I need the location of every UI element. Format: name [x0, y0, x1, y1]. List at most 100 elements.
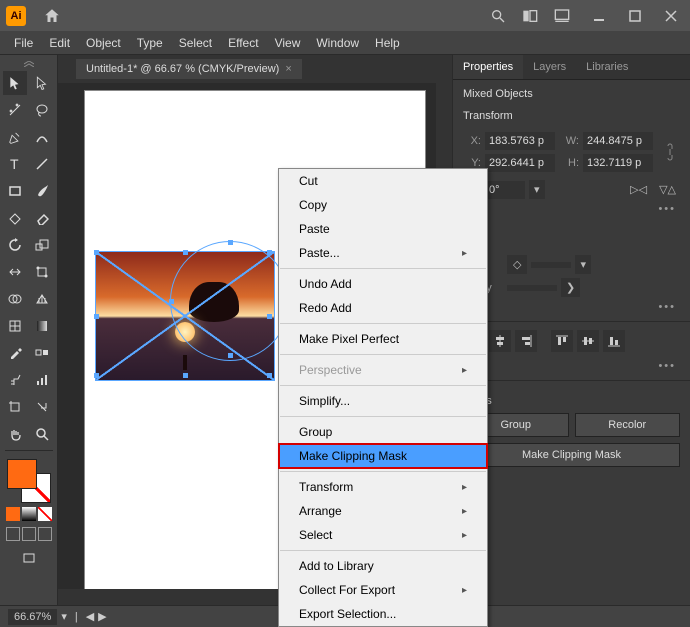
menu-effect[interactable]: Effect	[220, 33, 266, 53]
zoom-dropdown-icon[interactable]: ▾	[61, 610, 67, 623]
screen-mode[interactable]	[17, 547, 41, 571]
lasso-tool[interactable]	[30, 98, 54, 122]
type-tool[interactable]: T	[3, 152, 27, 176]
context-menu-item-group[interactable]: Group	[279, 420, 487, 444]
mesh-tool[interactable]	[3, 314, 27, 338]
menu-view[interactable]: View	[267, 33, 309, 53]
artboard-tool[interactable]	[3, 395, 27, 419]
line-tool[interactable]	[30, 152, 54, 176]
blend-tool[interactable]	[30, 341, 54, 365]
dropdown-icon[interactable]: ▾	[529, 180, 545, 199]
menu-window[interactable]: Window	[308, 33, 367, 53]
flip-horizontal-icon[interactable]: ▷◁	[626, 181, 651, 198]
eyedropper-tool[interactable]	[3, 341, 27, 365]
nav-prev-icon[interactable]: ◀	[86, 610, 94, 623]
menu-file[interactable]: File	[6, 33, 41, 53]
context-menu-item-redo-add[interactable]: Redo Add	[279, 296, 487, 320]
menu-edit[interactable]: Edit	[41, 33, 78, 53]
context-menu-item-export-selection[interactable]: Export Selection...	[279, 602, 487, 626]
symbol-sprayer-tool[interactable]	[3, 368, 27, 392]
hand-tool[interactable]	[3, 422, 27, 446]
align-right[interactable]	[515, 330, 537, 352]
align-top[interactable]	[551, 330, 573, 352]
transform-x[interactable]: 183.5763 p	[485, 132, 555, 150]
align-vcenter[interactable]	[577, 330, 599, 352]
zoom-field[interactable]: 66.67%	[8, 609, 57, 625]
fill-swatch[interactable]	[7, 459, 37, 489]
align-more[interactable]: •••	[463, 360, 680, 372]
draw-inside[interactable]	[38, 527, 52, 541]
window-close-icon[interactable]	[661, 7, 681, 25]
column-graph-tool[interactable]	[30, 368, 54, 392]
context-menu-item-copy[interactable]: Copy	[279, 193, 487, 217]
context-menu-item-arrange[interactable]: Arrange	[279, 499, 487, 523]
pen-tool[interactable]	[3, 125, 27, 149]
menu-object[interactable]: Object	[78, 33, 129, 53]
free-transform-tool[interactable]	[30, 260, 54, 284]
appearance-more[interactable]: •••	[463, 301, 680, 313]
tab-properties[interactable]: Properties	[453, 55, 523, 79]
fill-stroke-control[interactable]	[7, 459, 51, 503]
context-menu-item-paste[interactable]: Paste	[279, 217, 487, 241]
recolor-button[interactable]: Recolor	[575, 413, 681, 437]
slice-tool[interactable]	[30, 395, 54, 419]
workspace-switcher-icon[interactable]	[549, 3, 575, 29]
selection-tool[interactable]	[3, 71, 27, 95]
rotate-tool[interactable]	[3, 233, 27, 257]
home-icon[interactable]	[39, 3, 65, 29]
search-icon[interactable]	[485, 3, 511, 29]
transform-h[interactable]: 132.7119 p	[583, 154, 653, 172]
eraser-tool[interactable]	[30, 206, 54, 230]
scale-tool[interactable]	[30, 233, 54, 257]
context-menu-item-collect-for-export[interactable]: Collect For Export	[279, 578, 487, 602]
context-menu-item-make-clipping-mask[interactable]: Make Clipping Mask	[279, 444, 487, 468]
draw-behind[interactable]	[22, 527, 36, 541]
menu-select[interactable]: Select	[171, 33, 220, 53]
context-menu-item-cut[interactable]: Cut	[279, 169, 487, 193]
make-clipping-mask-button[interactable]: Make Clipping Mask	[463, 443, 680, 467]
tab-layers[interactable]: Layers	[523, 55, 576, 79]
shaper-tool[interactable]	[3, 206, 27, 230]
transform-y[interactable]: 292.6441 p	[485, 154, 555, 172]
context-menu-item-undo-add[interactable]: Undo Add	[279, 272, 487, 296]
window-maximize-icon[interactable]	[625, 7, 645, 25]
direct-selection-tool[interactable]	[30, 71, 54, 95]
flip-vertical-icon[interactable]: ▽△	[655, 181, 680, 198]
align-hcenter[interactable]	[489, 330, 511, 352]
ellipse-selection[interactable]	[170, 241, 290, 361]
opacity-field[interactable]	[507, 285, 557, 291]
context-menu-item-paste[interactable]: Paste...	[279, 241, 487, 265]
transform-more[interactable]: •••	[463, 203, 680, 215]
transform-w[interactable]: 244.8475 p	[583, 132, 653, 150]
link-wh-icon[interactable]	[659, 140, 680, 164]
zoom-tool[interactable]	[30, 422, 54, 446]
magic-wand-tool[interactable]	[3, 98, 27, 122]
tab-libraries[interactable]: Libraries	[576, 55, 638, 79]
menu-help[interactable]: Help	[367, 33, 408, 53]
context-menu-item-add-to-library[interactable]: Add to Library	[279, 554, 487, 578]
shape-builder-tool[interactable]	[3, 287, 27, 311]
window-minimize-icon[interactable]	[589, 7, 609, 25]
menu-type[interactable]: Type	[129, 33, 171, 53]
color-mode-solid[interactable]	[6, 507, 20, 521]
width-tool[interactable]	[3, 260, 27, 284]
color-mode-none[interactable]	[38, 507, 52, 521]
gradient-tool[interactable]	[30, 314, 54, 338]
perspective-grid-tool[interactable]	[30, 287, 54, 311]
stroke-stepper[interactable]: ◇	[507, 255, 527, 274]
align-bottom[interactable]	[603, 330, 625, 352]
context-menu-item-transform[interactable]: Transform	[279, 475, 487, 499]
rectangle-tool[interactable]	[3, 179, 27, 203]
document-tab[interactable]: Untitled-1* @ 66.67 % (CMYK/Preview) ×	[76, 59, 302, 79]
draw-normal[interactable]	[6, 527, 20, 541]
paintbrush-tool[interactable]	[30, 179, 54, 203]
nav-next-icon[interactable]: ▶	[98, 610, 106, 623]
arrange-documents-icon[interactable]	[517, 3, 543, 29]
curvature-tool[interactable]	[30, 125, 54, 149]
context-menu-item-select[interactable]: Select	[279, 523, 487, 547]
color-mode-gradient[interactable]	[22, 507, 36, 521]
context-menu-item-make-pixel-perfect[interactable]: Make Pixel Perfect	[279, 327, 487, 351]
transform-rotate[interactable]: 0°	[485, 181, 525, 199]
context-menu-item-simplify[interactable]: Simplify...	[279, 389, 487, 413]
close-tab-icon[interactable]: ×	[285, 63, 291, 75]
